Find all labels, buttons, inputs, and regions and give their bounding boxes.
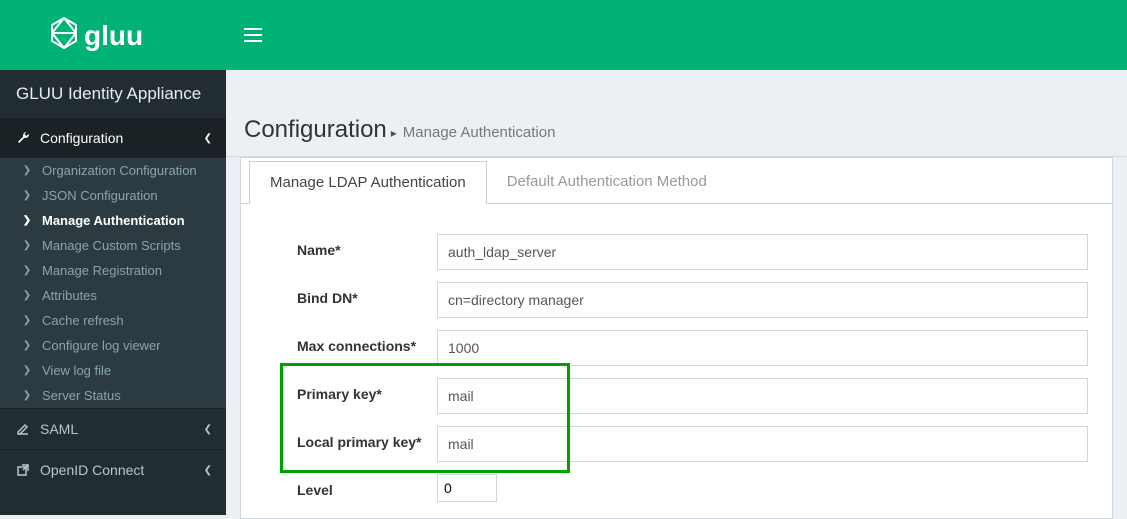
sidebar-item-json-config[interactable]: ❯ JSON Configuration — [0, 183, 226, 208]
sidebar-item-manage-registration[interactable]: ❯ Manage Registration — [0, 258, 226, 283]
breadcrumb: Configuration ▸ Manage Authentication — [226, 100, 1127, 157]
breadcrumb-sep-icon: ▸ — [391, 126, 397, 140]
page-title: Configuration — [244, 116, 387, 144]
logo-area: gluu — [0, 0, 226, 70]
label-primary-key: Primary key* — [297, 378, 437, 402]
tab-default-auth[interactable]: Default Authentication Method — [487, 161, 727, 203]
chevron-left-icon: ❮ — [204, 424, 212, 435]
edit-icon — [14, 422, 32, 436]
sidebar-sub-label: Attributes — [42, 288, 97, 303]
sidebar-item-attributes[interactable]: ❯ Attributes — [0, 283, 226, 308]
sidebar-config-label: Configuration — [40, 130, 123, 146]
sidebar-item-manage-auth[interactable]: ❯ Manage Authentication — [0, 208, 226, 233]
sidebar-sub-label: Server Status — [42, 388, 121, 403]
label-max-conn: Max connections* — [297, 330, 437, 354]
sidebar-sub-label: Organization Configuration — [42, 163, 197, 178]
sidebar-saml-label: SAML — [40, 421, 78, 437]
row-name: Name* — [297, 228, 1088, 276]
chevron-right-icon: ❯ — [20, 315, 34, 326]
top-bar-right — [226, 0, 1127, 70]
row-primary-key: Primary key* — [297, 372, 1088, 420]
hamburger-icon[interactable] — [244, 28, 262, 42]
input-primary-key[interactable] — [437, 378, 1088, 414]
sidebar-sub-label: Configure log viewer — [42, 338, 161, 353]
chevron-right-icon: ❯ — [20, 390, 34, 401]
external-link-icon — [14, 463, 32, 477]
input-level[interactable] — [437, 474, 497, 502]
sidebar-item-saml[interactable]: SAML ❮ — [0, 408, 226, 449]
gluu-logo: gluu — [48, 15, 178, 55]
sidebar-subnav: ❯ Organization Configuration ❯ JSON Config… — [0, 158, 226, 408]
sidebar-item-log-viewer[interactable]: ❯ Configure log viewer — [0, 333, 226, 358]
sidebar-item-cache-refresh[interactable]: ❯ Cache refresh — [0, 308, 226, 333]
sidebar-openid-label: OpenID Connect — [40, 462, 144, 478]
chevron-right-icon: ❯ — [20, 215, 34, 226]
sidebar-item-openid[interactable]: OpenID Connect ❮ — [0, 449, 226, 490]
chevron-right-icon: ❯ — [20, 290, 34, 301]
input-name[interactable] — [437, 234, 1088, 270]
row-max-conn: Max connections* — [297, 324, 1088, 372]
row-level: Level — [297, 468, 1088, 508]
sidebar-sub-label: JSON Configuration — [42, 188, 158, 203]
sidebar-sub-label: Cache refresh — [42, 313, 124, 328]
chevron-right-icon: ❯ — [20, 240, 34, 251]
chevron-right-icon: ❯ — [20, 340, 34, 351]
sidebar-sub-label: View log file — [42, 363, 111, 378]
tabs: Manage LDAP Authentication Default Authe… — [241, 158, 1112, 204]
sidebar-item-view-log[interactable]: ❯ View log file — [0, 358, 226, 383]
chevron-right-icon: ❯ — [20, 265, 34, 276]
input-bind-dn[interactable] — [437, 282, 1088, 318]
row-local-primary-key: Local primary key* — [297, 420, 1088, 468]
tab-label: Manage LDAP Authentication — [270, 174, 466, 191]
svg-text:gluu: gluu — [84, 20, 143, 51]
page-subtitle: Manage Authentication — [403, 124, 556, 141]
app-title: GLUU Identity Appliance — [0, 70, 226, 118]
wrench-icon — [14, 131, 32, 145]
form-area: Name* Bind DN* Max connections* Primary … — [241, 204, 1112, 518]
label-name: Name* — [297, 234, 437, 258]
sidebar-item-org-config[interactable]: ❯ Organization Configuration — [0, 158, 226, 183]
top-bar: gluu — [0, 0, 1127, 70]
sidebar-sub-label: Manage Registration — [42, 263, 162, 278]
chevron-right-icon: ❯ — [20, 165, 34, 176]
tab-manage-ldap[interactable]: Manage LDAP Authentication — [249, 161, 487, 204]
chevron-right-icon: ❯ — [20, 365, 34, 376]
label-local-primary-key: Local primary key* — [297, 426, 437, 450]
input-max-conn[interactable] — [437, 330, 1088, 366]
chevron-right-icon: ❯ — [20, 190, 34, 201]
sidebar: GLUU Identity Appliance Configuration ❮ … — [0, 70, 226, 515]
chevron-down-icon: ❮ — [204, 133, 212, 144]
sidebar-sub-label: Manage Authentication — [42, 213, 185, 228]
sidebar-item-server-status[interactable]: ❯ Server Status — [0, 383, 226, 408]
sidebar-item-custom-scripts[interactable]: ❯ Manage Custom Scripts — [0, 233, 226, 258]
chevron-left-icon: ❮ — [204, 465, 212, 476]
label-bind-dn: Bind DN* — [297, 282, 437, 306]
panel: Manage LDAP Authentication Default Authe… — [240, 157, 1113, 519]
sidebar-item-configuration[interactable]: Configuration ❮ — [0, 118, 226, 158]
row-bind-dn: Bind DN* — [297, 276, 1088, 324]
main-content: Configuration ▸ Manage Authentication Ma… — [226, 70, 1127, 515]
sidebar-sub-label: Manage Custom Scripts — [42, 238, 181, 253]
tab-label: Default Authentication Method — [507, 173, 707, 190]
input-local-primary-key[interactable] — [437, 426, 1088, 462]
label-level: Level — [297, 474, 437, 498]
